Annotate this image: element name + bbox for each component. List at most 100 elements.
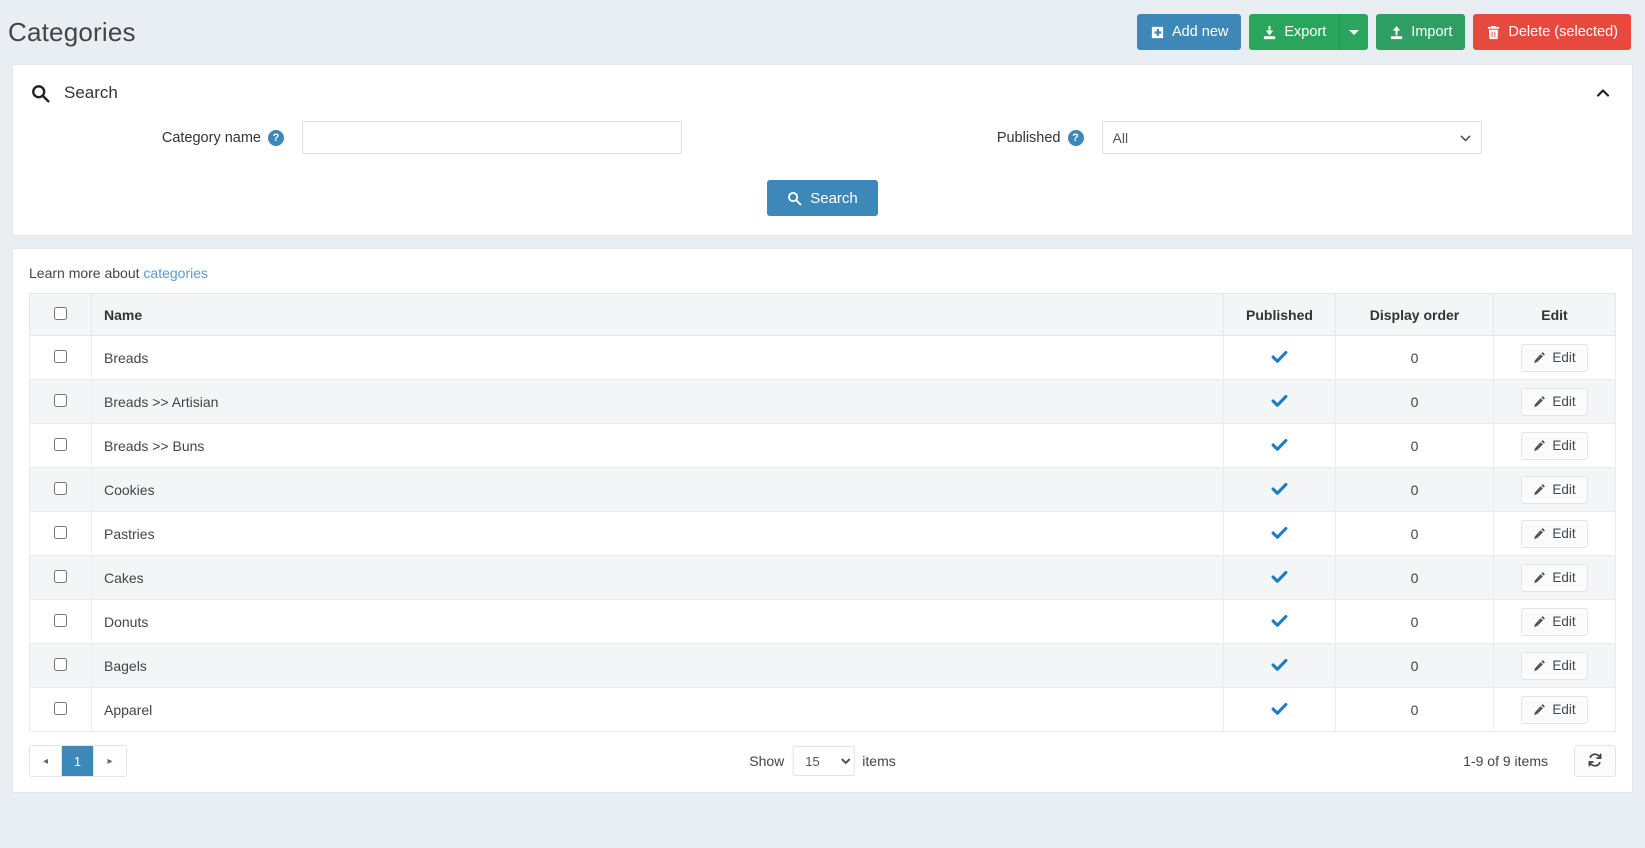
edit-button[interactable]: Edit — [1521, 608, 1587, 636]
category-name-field: Category name ? — [31, 121, 823, 154]
edit-button[interactable]: Edit — [1521, 476, 1587, 504]
pencil-icon — [1533, 703, 1546, 716]
row-edit-cell: Edit — [1494, 600, 1616, 644]
row-name-cell: Breads >> Artisian — [92, 380, 1224, 424]
refresh-icon — [1587, 752, 1603, 771]
row-name-cell: Donuts — [92, 600, 1224, 644]
download-icon — [1262, 25, 1277, 40]
row-checkbox[interactable] — [54, 658, 67, 671]
row-display-order-cell: 0 — [1336, 688, 1494, 732]
table-row: Breads0Edit — [30, 336, 1616, 380]
row-checkbox[interactable] — [54, 570, 67, 583]
edit-button[interactable]: Edit — [1521, 344, 1587, 372]
page-size-select[interactable]: 152550100 — [792, 746, 854, 776]
pencil-icon — [1533, 395, 1546, 408]
pencil-icon — [1533, 659, 1546, 672]
table-header-row: Name Published Display order Edit — [30, 294, 1616, 336]
row-checkbox[interactable] — [54, 438, 67, 451]
delete-selected-label: Delete (selected) — [1508, 25, 1618, 40]
chevron-up-icon[interactable] — [1592, 82, 1614, 104]
edit-button-label: Edit — [1552, 658, 1575, 673]
trash-icon — [1486, 25, 1501, 40]
delete-selected-button[interactable]: Delete (selected) — [1473, 14, 1631, 50]
search-submit-label: Search — [810, 190, 858, 207]
row-select-cell — [30, 380, 92, 424]
row-checkbox[interactable] — [54, 526, 67, 539]
categories-doc-link[interactable]: categories — [143, 265, 208, 281]
category-name-help-icon[interactable]: ? — [268, 130, 284, 146]
column-header-name: Name — [92, 294, 1224, 336]
category-name-input[interactable] — [302, 121, 682, 154]
row-published-cell — [1224, 380, 1336, 424]
row-checkbox[interactable] — [54, 702, 67, 715]
export-dropdown-toggle[interactable] — [1339, 14, 1368, 50]
row-edit-cell: Edit — [1494, 512, 1616, 556]
categories-list-panel: Learn more about categories Name Publish… — [12, 248, 1633, 793]
add-new-button[interactable]: Add new — [1137, 14, 1241, 50]
search-submit-button[interactable]: Search — [767, 180, 878, 216]
row-checkbox[interactable] — [54, 350, 67, 363]
row-select-cell — [30, 688, 92, 732]
row-display-order-cell: 0 — [1336, 644, 1494, 688]
pagination: ◂ 1 ▸ — [29, 745, 127, 777]
edit-button[interactable]: Edit — [1521, 388, 1587, 416]
pagination-next[interactable]: ▸ — [94, 746, 126, 776]
row-select-cell — [30, 600, 92, 644]
item-count-label: 1-9 of 9 items — [1463, 753, 1574, 769]
import-button[interactable]: Import — [1376, 14, 1465, 50]
row-published-cell — [1224, 600, 1336, 644]
column-header-published: Published — [1224, 294, 1336, 336]
edit-button[interactable]: Edit — [1521, 520, 1587, 548]
edit-button[interactable]: Edit — [1521, 652, 1587, 680]
row-name-cell: Bagels — [92, 644, 1224, 688]
row-select-cell — [30, 512, 92, 556]
row-display-order-cell: 0 — [1336, 600, 1494, 644]
column-header-display-order: Display order — [1336, 294, 1494, 336]
row-published-cell — [1224, 336, 1336, 380]
edit-button[interactable]: Edit — [1521, 432, 1587, 460]
row-checkbox[interactable] — [54, 482, 67, 495]
search-form: Category name ? Published ? AllPublished… — [13, 121, 1632, 154]
row-edit-cell: Edit — [1494, 380, 1616, 424]
row-edit-cell: Edit — [1494, 644, 1616, 688]
table-footer: ◂ 1 ▸ Show 152550100 items 1-9 of 9 item… — [29, 744, 1616, 778]
row-display-order-cell: 0 — [1336, 556, 1494, 600]
table-row: Bagels 0 Edit — [30, 644, 1616, 688]
check-icon — [1270, 699, 1289, 718]
edit-button[interactable]: Edit — [1521, 696, 1587, 724]
refresh-button[interactable] — [1574, 745, 1616, 777]
row-select-cell — [30, 556, 92, 600]
check-icon — [1270, 435, 1289, 454]
export-button[interactable]: Export — [1249, 14, 1339, 50]
page-size-control: Show 152550100 items — [749, 746, 895, 776]
row-edit-cell: Edit — [1494, 424, 1616, 468]
published-select[interactable]: AllPublished onlyUnpublished only — [1102, 121, 1482, 154]
search-icon — [31, 84, 50, 103]
row-published-cell — [1224, 688, 1336, 732]
select-all-checkbox[interactable] — [54, 307, 67, 320]
row-name-cell: Cakes — [92, 556, 1224, 600]
category-name-label: Category name — [31, 130, 261, 146]
row-checkbox[interactable] — [54, 394, 67, 407]
row-display-order-cell: 0 — [1336, 336, 1494, 380]
select-all-header — [30, 294, 92, 336]
check-icon — [1270, 347, 1289, 366]
table-row: Breads >> Artisian0Edit — [30, 380, 1616, 424]
table-row: Apparel 0 Edit — [30, 688, 1616, 732]
pagination-page-1[interactable]: 1 — [62, 746, 94, 776]
edit-button-label: Edit — [1552, 702, 1575, 717]
edit-button-label: Edit — [1552, 350, 1575, 365]
row-edit-cell: Edit — [1494, 556, 1616, 600]
row-published-cell — [1224, 424, 1336, 468]
row-select-cell — [30, 336, 92, 380]
edit-button[interactable]: Edit — [1521, 564, 1587, 592]
row-edit-cell: Edit — [1494, 688, 1616, 732]
row-name-cell: Apparel — [92, 688, 1224, 732]
published-help-icon[interactable]: ? — [1068, 130, 1084, 146]
row-checkbox[interactable] — [54, 614, 67, 627]
caret-down-icon — [1349, 27, 1359, 37]
learn-more-prefix: Learn more about — [29, 265, 143, 281]
pagination-prev[interactable]: ◂ — [30, 746, 62, 776]
header-actions: Add new Export Import — [1137, 14, 1631, 50]
page-header: Categories Add new Export — [0, 0, 1645, 64]
